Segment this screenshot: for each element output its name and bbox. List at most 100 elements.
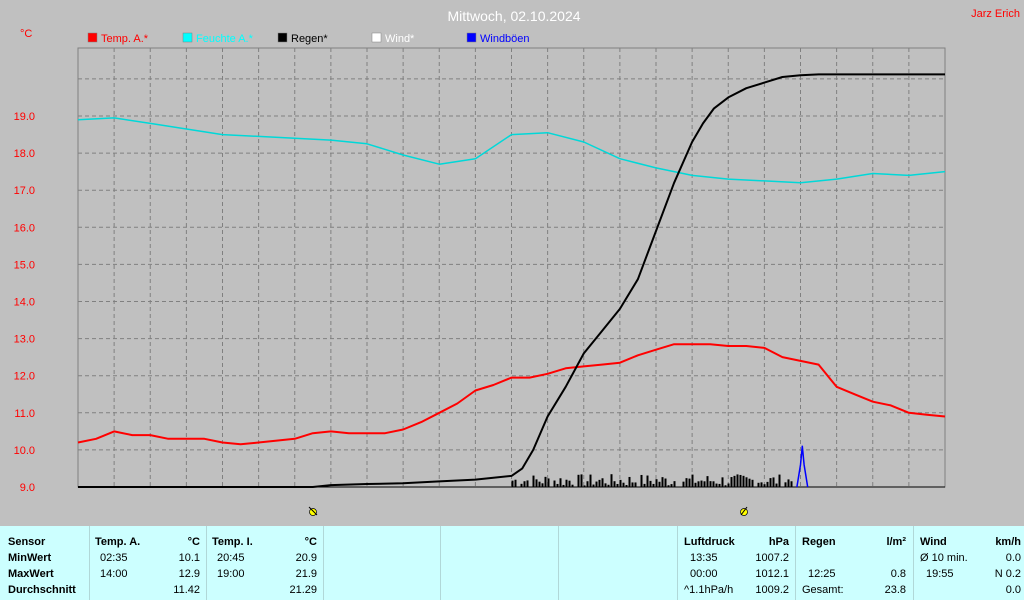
rain-bar: [625, 485, 628, 487]
rain-bar: [748, 478, 751, 487]
temp-a-unit: °C: [187, 536, 200, 548]
rain-bar: [727, 483, 730, 487]
stats-col-empty-2: [440, 526, 559, 600]
rain-bar: [577, 474, 580, 487]
rain-bar: [757, 482, 760, 487]
rain-bar: [670, 484, 673, 487]
rain-title: Regen: [802, 536, 836, 548]
rain-bar: [589, 474, 592, 487]
rain-bar: [721, 477, 724, 487]
rain-bar: [703, 481, 706, 487]
rain-bar: [769, 478, 772, 487]
row-label-avg: Durchschnitt: [8, 584, 76, 596]
y-tick-label: 16.0: [14, 222, 35, 234]
legend-swatch: [182, 32, 193, 43]
legend-label: Feuchte A.*: [196, 33, 254, 45]
rain-bar: [652, 483, 655, 487]
rain-bar: [736, 474, 739, 487]
rain-bar: [616, 483, 619, 487]
legend-swatch: [87, 32, 98, 43]
temp-i-max-time: 19:00: [217, 568, 245, 580]
rain-total-value: 23.8: [884, 584, 906, 596]
rain-bar: [682, 481, 685, 487]
rain-bar: [709, 481, 712, 487]
rain-bar: [601, 478, 604, 487]
y-tick-label: 13.0: [14, 334, 35, 346]
y-tick-label: 14.0: [14, 297, 35, 309]
rain-bar: [604, 483, 607, 487]
rain-bar: [580, 474, 583, 487]
rain-bar: [538, 481, 541, 487]
rain-bar: [535, 479, 538, 487]
legend-swatch: [466, 32, 477, 43]
rain-bar: [784, 482, 787, 487]
y-tick-label: 19.0: [14, 111, 35, 123]
wind-unit: km/h: [995, 536, 1021, 548]
rain-bar: [634, 482, 637, 487]
rain-bar: [613, 481, 616, 487]
rain-bar: [640, 474, 643, 487]
rain-bar: [760, 482, 763, 487]
rain-bar: [622, 482, 625, 487]
chart-svg: Mittwoch, 02.10.2024 Jarz Erich °C Temp.…: [14, 8, 1020, 516]
rain-total-label: Gesamt:: [802, 584, 844, 596]
rain-bar: [562, 484, 565, 487]
rain-bar: [595, 481, 598, 487]
wind-title: Wind: [920, 536, 947, 548]
rain-max-time: 12:25: [808, 568, 836, 580]
rain-bar: [541, 483, 544, 487]
rain-bar: [742, 475, 745, 487]
temp-i-avg-value: 21.29: [289, 584, 317, 596]
temp-i-title: Temp. I.: [212, 536, 253, 548]
rain-bar: [718, 483, 721, 487]
stats-col-empty-1: [323, 526, 441, 600]
temp-a-title: Temp. A.: [95, 536, 141, 548]
rain-bar: [523, 481, 526, 487]
rain-bar: [643, 483, 646, 487]
rain-bar: [631, 482, 634, 487]
chart-area: Mittwoch, 02.10.2024 Jarz Erich °C Temp.…: [0, 0, 1024, 526]
rain-bar: [745, 477, 748, 487]
pressure-trend: ^1.1hPa/h: [684, 584, 734, 596]
rain-bar: [706, 476, 709, 487]
stats-panel: Sensor MinWert MaxWert Durchschnitt Temp…: [0, 526, 1024, 600]
rain-bar: [694, 482, 697, 487]
rain-bar: [655, 479, 658, 487]
y-tick-label: 9.0: [20, 482, 35, 494]
rain-bar: [544, 476, 547, 487]
rain-bar: [511, 480, 514, 487]
temp-a-max-value: 12.9: [178, 568, 200, 580]
sensor-header: Sensor: [8, 536, 46, 548]
y-tick-label: 17.0: [14, 185, 35, 197]
temp-i-min-time: 20:45: [217, 552, 245, 564]
legend-label: Regen*: [291, 33, 328, 45]
day-markers: [308, 506, 748, 516]
temp-a-min-value: 10.1: [178, 552, 200, 564]
temp-i-unit: °C: [304, 536, 317, 548]
rain-bar: [586, 481, 589, 487]
rain-bar: [598, 479, 601, 487]
chart-title: Mittwoch, 02.10.2024: [447, 8, 580, 24]
rain-bar: [712, 481, 715, 487]
pressure-min-time: 13:35: [690, 552, 718, 564]
temp-a-avg-value: 11.42: [173, 584, 200, 596]
wind-max-time: 19:55: [926, 568, 954, 580]
temp-a-max-time: 14:00: [100, 568, 128, 580]
wind-mean-value: 0.0: [1005, 584, 1021, 596]
author-label: Jarz Erich: [971, 8, 1020, 20]
temp-i-min-value: 20.9: [295, 552, 317, 564]
rain-bar: [691, 474, 694, 487]
pressure-max-time: 00:00: [690, 568, 718, 580]
y-unit-label: °C: [20, 28, 32, 40]
rain-bar: [559, 478, 562, 487]
rain-bar: [646, 475, 649, 487]
row-label-max: MaxWert: [8, 568, 54, 580]
wind-max-value: N 0.2: [994, 568, 1021, 580]
rain-bar: [565, 479, 568, 487]
rain-bar: [772, 477, 775, 487]
rain-bar: [766, 481, 769, 487]
rain-max-value: 0.8: [890, 568, 906, 580]
legend-label: Windböen: [480, 33, 530, 45]
rain-bar: [658, 481, 661, 487]
rain-bar: [520, 483, 523, 487]
